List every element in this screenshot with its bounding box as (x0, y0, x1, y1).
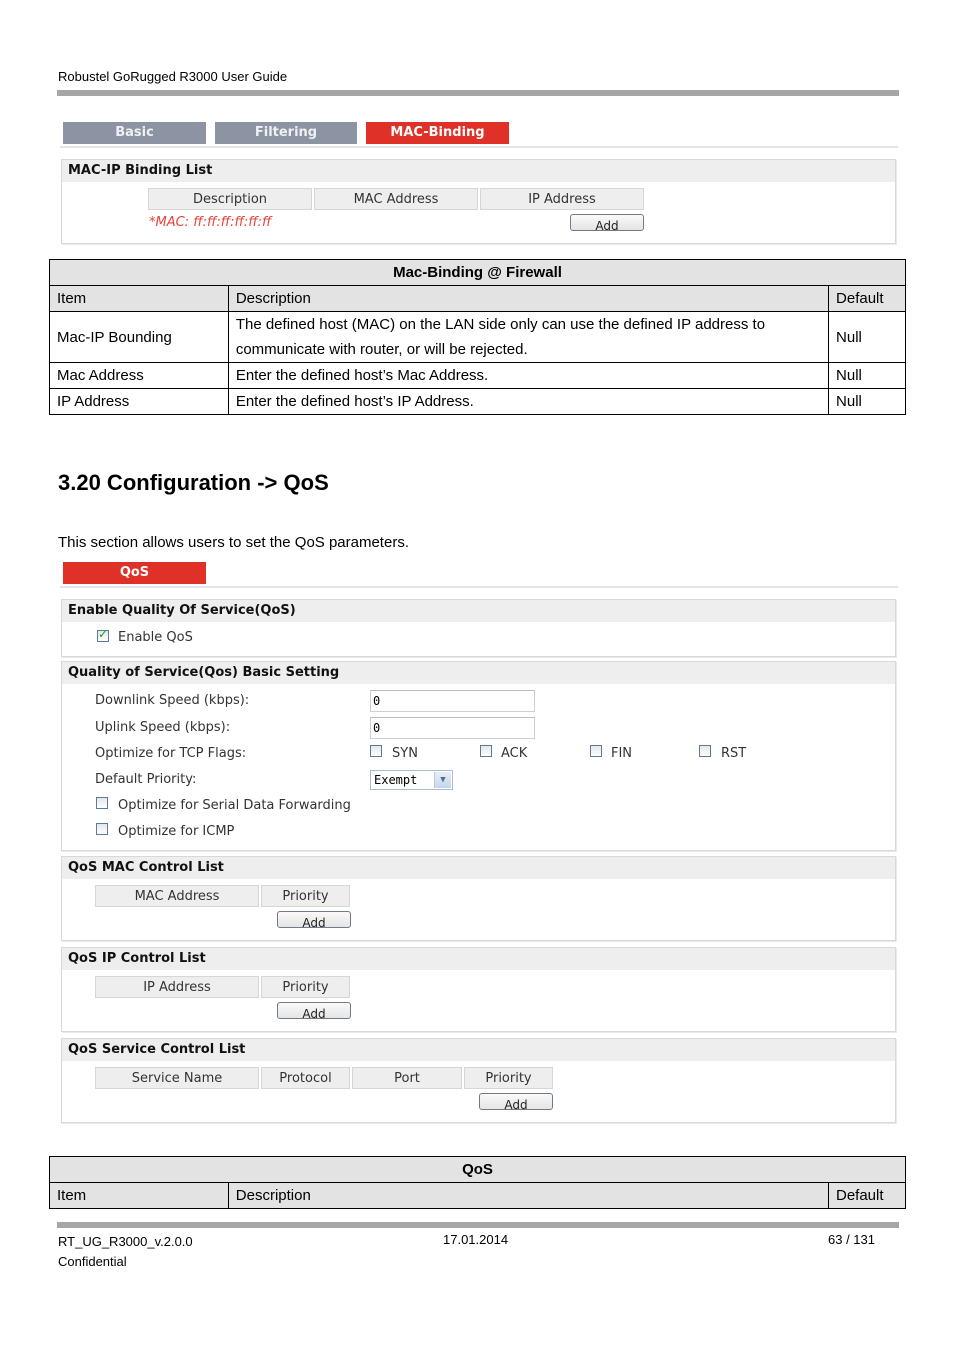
row-item: IP Address (49, 388, 229, 415)
header-item: Item (49, 1182, 229, 1209)
ip-list-header: IP Address Priority (95, 976, 352, 998)
enable-qos-checkbox[interactable] (97, 627, 109, 642)
service-list-header: Service Name Protocol Port Priority (95, 1067, 555, 1089)
mac-ip-binding-panel: MAC-IP Binding List Description MAC Addr… (61, 159, 896, 244)
enable-qos-label: Enable QoS (118, 630, 193, 645)
default-priority-label: Default Priority: (95, 772, 197, 787)
default-priority-value: Exempt (374, 773, 418, 787)
icmp-checkbox[interactable] (96, 823, 108, 835)
column-description: Description (148, 188, 312, 210)
header-description: Description (227, 285, 830, 312)
column-mac-address: MAC Address (314, 188, 478, 210)
qos-service-control-panel: QoS Service Control List Service Name Pr… (61, 1038, 896, 1123)
fin-label: FIN (611, 746, 633, 761)
tab-divider (60, 586, 898, 588)
fin-checkbox[interactable] (590, 745, 602, 757)
table-row: Mac-IP Bounding The defined host (MAC) o… (49, 311, 906, 363)
column-ip-address: IP Address (95, 976, 259, 998)
serial-forwarding-checkbox[interactable] (96, 797, 108, 809)
mac-list-header: MAC Address Priority (95, 885, 352, 907)
row-description: Enter the defined host’s IP Address. (227, 388, 830, 415)
tab-qos[interactable]: QoS (63, 562, 206, 584)
add-binding-button[interactable]: Add (570, 214, 644, 231)
downlink-speed-input[interactable] (370, 690, 535, 712)
add-service-rule-button[interactable]: Add (479, 1093, 553, 1110)
syn-label: SYN (392, 746, 418, 761)
tab-basic[interactable]: Basic (63, 122, 206, 144)
header-rule (57, 90, 899, 96)
row-item: Mac-IP Bounding (49, 311, 229, 363)
syn-checkbox[interactable] (370, 745, 382, 757)
panel-title: Enable Quality Of Service(QoS) (62, 600, 895, 622)
serial-forwarding-label: Optimize for Serial Data Forwarding (118, 798, 351, 813)
column-priority: Priority (464, 1067, 553, 1089)
footer-doc-id: RT_UG_R3000_v.2.0.0 (58, 1234, 193, 1249)
panel-title: Quality of Service(Qos) Basic Setting (62, 662, 895, 684)
panel-title: QoS MAC Control List (62, 857, 895, 879)
add-ip-rule-button[interactable]: Add (277, 1002, 351, 1019)
add-mac-rule-button[interactable]: Add (277, 911, 351, 928)
qos-ip-control-panel: QoS IP Control List IP Address Priority … (61, 947, 896, 1032)
chevron-down-icon[interactable]: ▼ (434, 772, 451, 788)
table-row: IP Address Enter the defined host’s IP A… (49, 388, 906, 415)
footer-rule (57, 1222, 899, 1228)
qos-mac-control-panel: QoS MAC Control List MAC Address Priorit… (61, 856, 896, 941)
qos-table: QoS Item Description Default (49, 1156, 906, 1209)
rst-label: RST (721, 746, 747, 761)
binding-list-header: Description MAC Address IP Address (148, 188, 646, 210)
column-ip-address: IP Address (480, 188, 644, 210)
table-title: Mac-Binding @ Firewall (49, 259, 906, 286)
mac-format-note: *MAC: ff:ff:ff:ff:ff:ff (149, 215, 272, 230)
column-priority: Priority (261, 885, 350, 907)
panel-title: QoS IP Control List (62, 948, 895, 970)
qos-basic-setting-panel: Quality of Service(Qos) Basic Setting Do… (61, 661, 896, 851)
table-title: QoS (49, 1156, 906, 1183)
row-default: Null (828, 311, 906, 363)
ack-checkbox[interactable] (480, 745, 492, 757)
column-service-name: Service Name (95, 1067, 259, 1089)
uplink-speed-input[interactable] (370, 717, 535, 739)
uplink-speed-label: Uplink Speed (kbps): (95, 720, 231, 735)
row-default: Null (828, 362, 906, 389)
downlink-speed-label: Downlink Speed (kbps): (95, 693, 250, 708)
column-protocol: Protocol (261, 1067, 350, 1089)
row-default: Null (828, 388, 906, 415)
ack-label: ACK (501, 746, 528, 761)
section-intro: This section allows users to set the QoS… (58, 534, 409, 551)
row-description: Enter the defined host’s Mac Address. (227, 362, 830, 389)
footer-page-number: 63 / 131 (828, 1232, 875, 1247)
tcp-flags-label: Optimize for TCP Flags: (95, 746, 247, 761)
footer-left: RT_UG_R3000_v.2.0.0 Confidential (58, 1232, 193, 1272)
icmp-label: Optimize for ICMP (118, 824, 235, 839)
section-title: 3.20 Configuration -> QoS (58, 470, 329, 495)
column-mac-address: MAC Address (95, 885, 259, 907)
footer-date: 17.01.2014 (443, 1232, 509, 1247)
panel-title: MAC-IP Binding List (62, 160, 895, 182)
row-description: The defined host (MAC) on the LAN side o… (227, 311, 830, 363)
mac-binding-table: Mac-Binding @ Firewall Item Description … (49, 259, 906, 415)
tab-filtering[interactable]: Filtering (215, 122, 357, 144)
tab-mac-binding[interactable]: MAC-Binding (366, 122, 509, 144)
header-default: Default (828, 285, 906, 312)
footer-classification: Confidential (58, 1254, 127, 1269)
document-header-title: Robustel GoRugged R3000 User Guide (58, 69, 288, 84)
header-description: Description (227, 1182, 830, 1209)
header-item: Item (49, 285, 229, 312)
panel-title: QoS Service Control List (62, 1039, 895, 1061)
header-default: Default (828, 1182, 906, 1209)
column-priority: Priority (261, 976, 350, 998)
default-priority-select[interactable]: Exempt ▼ (370, 770, 453, 790)
table-row: Mac Address Enter the defined host’s Mac… (49, 362, 906, 389)
rst-checkbox[interactable] (699, 745, 711, 757)
column-port: Port (352, 1067, 462, 1089)
enable-qos-panel: Enable Quality Of Service(QoS) Enable Qo… (61, 599, 896, 657)
row-item: Mac Address (49, 362, 229, 389)
tab-divider (60, 146, 898, 148)
